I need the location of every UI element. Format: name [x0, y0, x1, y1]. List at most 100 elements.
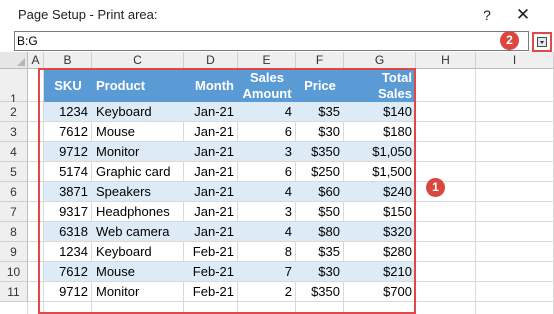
table-cell-price[interactable]: $350 — [296, 142, 344, 162]
table-cell-sku[interactable]: 7612 — [44, 262, 92, 282]
row-header-4[interactable]: 4 — [0, 142, 28, 162]
table-cell-product[interactable]: Graphic card — [92, 162, 184, 182]
row-header-7[interactable]: 7 — [0, 202, 28, 222]
table-cell-price[interactable]: $60 — [296, 182, 344, 202]
collapse-dialog-icon — [537, 37, 547, 47]
row-header-6[interactable]: 6 — [0, 182, 28, 202]
table-cell-total[interactable]: $320 — [344, 222, 416, 242]
table-cell-product[interactable]: Mouse — [92, 122, 184, 142]
header-sales-amount[interactable]: Sales Amount — [238, 69, 296, 102]
table-cell-total[interactable]: $700 — [344, 282, 416, 302]
step-badge-1: 1 — [426, 178, 445, 197]
table-cell-product[interactable]: Web camera — [92, 222, 184, 242]
table-cell-month[interactable]: Jan-21 — [184, 142, 238, 162]
column-header-b[interactable]: B — [44, 52, 92, 69]
table-cell-product[interactable]: Keyboard — [92, 102, 184, 122]
table-cell-sku[interactable]: 5174 — [44, 162, 92, 182]
column-header-g[interactable]: G — [344, 52, 416, 69]
table-cell-amount[interactable]: 4 — [238, 222, 296, 242]
table-cell-price[interactable]: $80 — [296, 222, 344, 242]
table-cell-sku[interactable]: 1234 — [44, 102, 92, 122]
table-cell-month[interactable]: Jan-21 — [184, 182, 238, 202]
row-header-1[interactable]: 1 — [0, 69, 28, 106]
worksheet[interactable]: A B C D E F G H I 1 2 3 4 5 6 7 8 9 10 11 SKU Product Month Sal… — [0, 52, 554, 314]
table-cell-amount[interactable]: 8 — [238, 242, 296, 262]
header-price-label: Price — [304, 78, 336, 93]
table-cell-month[interactable]: Feb-21 — [184, 262, 238, 282]
header-month[interactable]: Month — [184, 69, 238, 102]
close-icon[interactable]: ✕ — [512, 4, 534, 26]
table-cell-sku[interactable]: 7612 — [44, 122, 92, 142]
table-cell-month[interactable]: Jan-21 — [184, 222, 238, 242]
table-cell-amount[interactable]: 4 — [238, 182, 296, 202]
table-cell-sku[interactable]: 1234 — [44, 242, 92, 262]
header-total-sales-line-2: Sales — [378, 85, 412, 101]
row-header-5[interactable]: 5 — [0, 162, 28, 182]
table-cell-price[interactable]: $30 — [296, 262, 344, 282]
table-cell-product[interactable]: Monitor — [92, 142, 184, 162]
table-cell-amount[interactable]: 7 — [238, 262, 296, 282]
table-cell-month[interactable]: Jan-21 — [184, 202, 238, 222]
table-cell-total[interactable]: $150 — [344, 202, 416, 222]
table-cell-product[interactable]: Monitor — [92, 282, 184, 302]
column-header-a[interactable]: A — [28, 52, 44, 69]
table-cell-amount[interactable]: 6 — [238, 162, 296, 182]
table-cell-amount[interactable]: 3 — [238, 142, 296, 162]
row-header-3[interactable]: 3 — [0, 122, 28, 142]
help-button[interactable]: ? — [478, 4, 496, 26]
header-total-sales[interactable]: Total Sales — [344, 69, 416, 102]
dialog-title: Page Setup - Print area: — [18, 7, 158, 22]
table-cell-product[interactable]: Speakers — [92, 182, 184, 202]
column-header-c[interactable]: C — [92, 52, 184, 69]
column-header-e[interactable]: E — [238, 52, 296, 69]
column-header-d[interactable]: D — [184, 52, 238, 69]
table-cell-product[interactable]: Mouse — [92, 262, 184, 282]
table-cell-sku[interactable]: 9712 — [44, 142, 92, 162]
header-sku-label: SKU — [54, 78, 82, 93]
table-cell-month[interactable]: Feb-21 — [184, 242, 238, 262]
header-sku[interactable]: SKU — [44, 69, 92, 102]
table-cell-price[interactable]: $35 — [296, 102, 344, 122]
table-cell-total[interactable]: $1,500 — [344, 162, 416, 182]
table-cell-sku[interactable]: 9317 — [44, 202, 92, 222]
table-cell-price[interactable]: $30 — [296, 122, 344, 142]
table-cell-month[interactable]: Jan-21 — [184, 102, 238, 122]
step-badge-2: 2 — [500, 31, 519, 50]
table-cell-price[interactable]: $350 — [296, 282, 344, 302]
table-cell-sku[interactable]: 3871 — [44, 182, 92, 202]
print-area-input[interactable]: B:G — [14, 31, 529, 51]
table-cell-total[interactable]: $1,050 — [344, 142, 416, 162]
table-cell-total[interactable]: $210 — [344, 262, 416, 282]
table-cell-total[interactable]: $180 — [344, 122, 416, 142]
row-header-8[interactable]: 8 — [0, 222, 28, 242]
table-cell-price[interactable]: $50 — [296, 202, 344, 222]
header-price[interactable]: Price — [296, 69, 344, 102]
collapse-dialog-button[interactable] — [532, 32, 552, 52]
table-cell-product[interactable]: Keyboard — [92, 242, 184, 262]
table-cell-amount[interactable]: 2 — [238, 282, 296, 302]
column-header-h[interactable]: H — [416, 52, 476, 69]
column-header-i[interactable]: I — [476, 52, 554, 69]
table-cell-product[interactable]: Headphones — [92, 202, 184, 222]
table-cell-month[interactable]: Feb-21 — [184, 282, 238, 302]
table-cell-month[interactable]: Jan-21 — [184, 122, 238, 142]
table-cell-total[interactable]: $280 — [344, 242, 416, 262]
header-product[interactable]: Product — [92, 69, 184, 102]
table-cell-sku[interactable]: 9712 — [44, 282, 92, 302]
table-cell-total[interactable]: $140 — [344, 102, 416, 122]
table-cell-total[interactable]: $240 — [344, 182, 416, 202]
row-header-2[interactable]: 2 — [0, 102, 28, 122]
row-header-11[interactable]: 11 — [0, 282, 28, 302]
table-cell-sku[interactable]: 6318 — [44, 222, 92, 242]
row-header-10[interactable]: 10 — [0, 262, 28, 282]
header-month-label: Month — [195, 78, 234, 93]
table-cell-month[interactable]: Jan-21 — [184, 162, 238, 182]
table-cell-amount[interactable]: 6 — [238, 122, 296, 142]
row-header-9[interactable]: 9 — [0, 242, 28, 262]
table-cell-price[interactable]: $250 — [296, 162, 344, 182]
table-cell-amount[interactable]: 3 — [238, 202, 296, 222]
select-all-corner[interactable] — [0, 52, 28, 69]
table-cell-price[interactable]: $35 — [296, 242, 344, 262]
table-cell-amount[interactable]: 4 — [238, 102, 296, 122]
column-header-f[interactable]: F — [296, 52, 344, 69]
